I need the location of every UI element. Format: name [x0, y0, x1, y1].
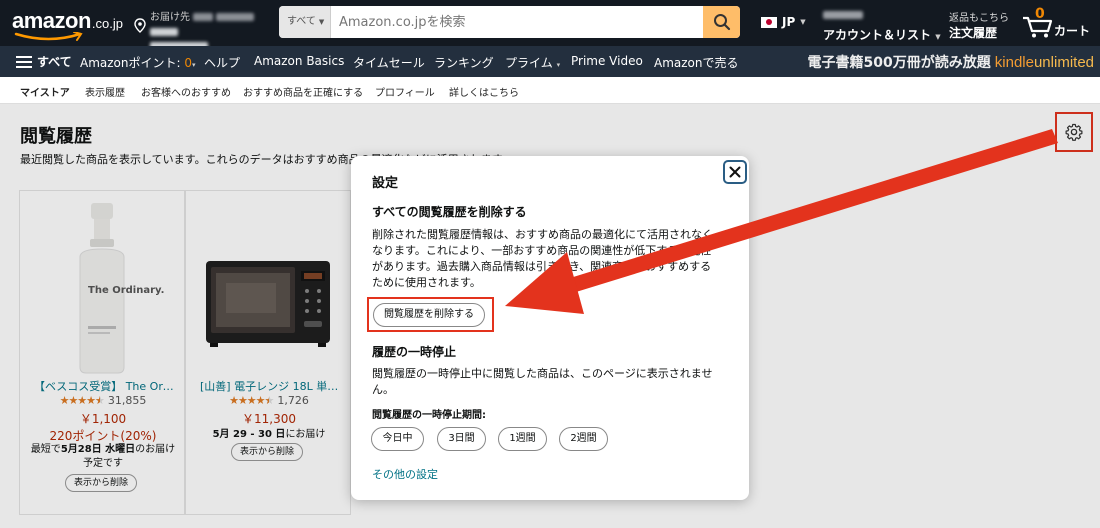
returns-orders[interactable]: 返品もこちら 注文履歴 — [949, 9, 1009, 41]
all-menu-button[interactable]: すべて — [16, 53, 72, 70]
location-pin-icon — [134, 18, 146, 33]
more-settings-link[interactable]: その他の設定 — [372, 466, 438, 482]
account-lists[interactable]: アカウント＆リスト ▼ — [823, 7, 941, 43]
subnav-view-history[interactable]: 表示履歴 — [85, 84, 125, 99]
pause-option-today[interactable]: 今日中 — [371, 427, 424, 451]
returns-label: 返品もこちら — [949, 13, 1009, 24]
kindle-unlimited-logo: kindleunlimited — [994, 54, 1094, 71]
close-icon — [729, 166, 741, 178]
account-name-redacted — [823, 7, 941, 21]
modal-title: 設定 — [372, 176, 399, 191]
cart[interactable]: 0 カート — [1020, 6, 1100, 40]
nav-ranking[interactable]: ランキング — [434, 54, 494, 71]
search-input[interactable] — [331, 6, 703, 38]
amazon-logo[interactable]: amazon.co.jp — [12, 8, 123, 41]
subnav-learn-more[interactable]: 詳しくはこちら — [449, 84, 519, 99]
search-icon — [713, 14, 730, 31]
top-navbar: amazon.co.jp お届け先 すべて▼ JP ▼ アカウント＆リスト ▼ — [0, 0, 1100, 50]
pause-history-heading: 履歴の一時停止 — [372, 345, 457, 359]
cart-icon — [1023, 16, 1053, 38]
all-menu-label: すべて — [37, 55, 72, 69]
smile-arrow-icon — [14, 32, 83, 41]
nav-help[interactable]: ヘルプ — [204, 54, 240, 71]
nav-prime-video[interactable]: Prime Video — [571, 54, 643, 68]
language-selector[interactable]: JP ▼ — [761, 15, 806, 29]
nav-sell-on-amazon[interactable]: Amazonで売る — [654, 54, 739, 71]
account-label: アカウント＆リスト ▼ — [823, 28, 941, 42]
kindle-unlimited-promo[interactable]: 電子書籍500万冊が読み放題 kindleunlimited — [808, 52, 1094, 72]
main-navbar: すべて Amazonポイント: 0▾ ヘルプ Amazon Basics タイム… — [0, 46, 1100, 77]
nav-timesale[interactable]: タイムセール — [353, 54, 425, 71]
delete-button-highlight — [367, 297, 494, 332]
cart-label: カート — [1054, 24, 1091, 38]
delete-history-heading: すべての閲覧履歴を削除する — [372, 205, 527, 219]
logo-tld: .co.jp — [91, 16, 123, 31]
caret-down-icon: ▼ — [800, 18, 806, 26]
language-label: JP — [782, 15, 796, 29]
promo-text: 電子書籍500万冊が読み放題 — [807, 55, 991, 71]
subnav-improve-recommendations[interactable]: おすすめ商品を正確にする — [243, 84, 363, 99]
japan-flag-icon — [761, 16, 777, 28]
nav-amazon-points[interactable]: Amazonポイント: 0▾ — [80, 54, 196, 71]
delete-history-description: 削除された閲覧履歴情報は、おすすめ商品の最適化にて活用されなくなります。これによ… — [372, 228, 713, 289]
pause-option-3days[interactable]: 3日間 — [437, 427, 486, 451]
subnav-recommendations[interactable]: お客様へのおすすめ — [141, 84, 231, 99]
search-bar: すべて ▼ — [279, 6, 740, 38]
orders-label: 注文履歴 — [949, 26, 998, 40]
search-category-select[interactable]: すべて ▼ — [279, 6, 331, 38]
deliver-label: お届け先 — [150, 8, 255, 23]
pause-option-2weeks[interactable]: 2週間 — [559, 427, 608, 451]
subnav: マイストア 表示履歴 お客様へのおすすめ おすすめ商品を正確にする プロフィール… — [0, 77, 1100, 104]
pause-history-description: 閲覧履歴の一時停止中に閲覧した商品は、このページに表示されません。 — [372, 367, 713, 396]
subnav-mystore[interactable]: マイストア — [20, 84, 70, 99]
logo-text: amazon — [12, 8, 91, 33]
pause-option-1week[interactable]: 1週間 — [498, 427, 547, 451]
search-button[interactable] — [703, 6, 740, 38]
nav-amazon-basics[interactable]: Amazon Basics — [254, 54, 344, 68]
close-button[interactable] — [723, 160, 747, 184]
nav-prime[interactable]: プライム ▾ — [505, 54, 560, 71]
hamburger-icon — [16, 55, 32, 68]
pause-period-label: 閲覧履歴の一時停止期間: — [372, 410, 486, 421]
subnav-profile[interactable]: プロフィール — [375, 84, 435, 99]
